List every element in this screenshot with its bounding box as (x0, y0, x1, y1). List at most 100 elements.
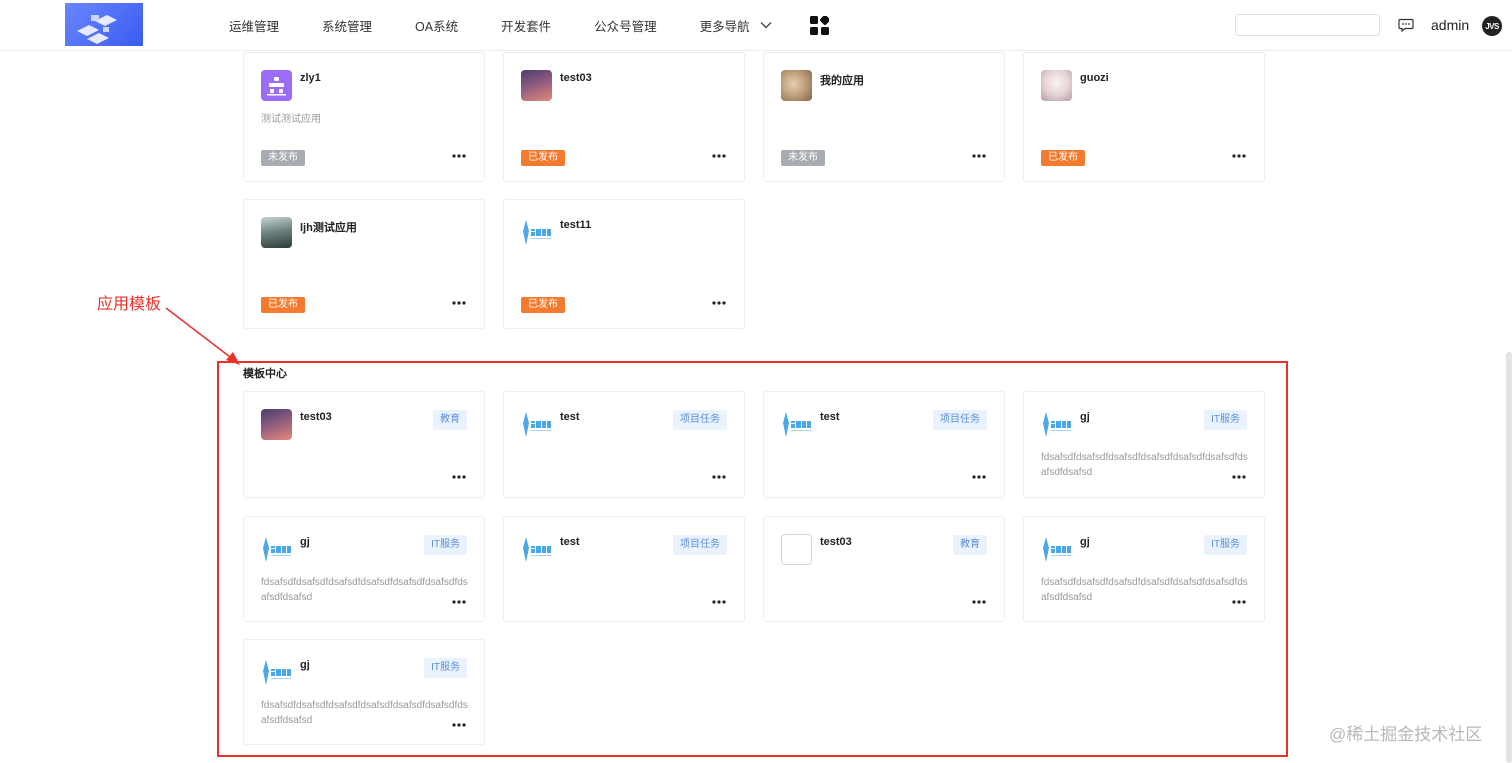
anime-image-icon (1041, 70, 1072, 101)
sunset-image-icon (521, 70, 552, 101)
more-icon[interactable] (972, 472, 986, 482)
template-name: gj (1080, 411, 1090, 423)
app-card[interactable]: test11 已发布 (503, 199, 745, 329)
nav-item-oa[interactable]: OA系统 (415, 16, 458, 35)
template-desc: fdsafsdfdsafsdfdsafsdfdsafsdfdsafsdfdsaf… (1041, 577, 1248, 603)
more-icon[interactable] (1232, 472, 1246, 482)
nav-item-more[interactable]: 更多导航 (700, 16, 772, 35)
template-card[interactable]: test 项目任务 (763, 391, 1005, 498)
more-icon[interactable] (712, 151, 726, 161)
nav-item-ops[interactable]: 运维管理 (229, 16, 279, 35)
more-icon[interactable] (452, 151, 466, 161)
template-name: test03 (820, 536, 852, 548)
top-header: 运维管理 系统管理 OA系统 开发套件 公众号管理 更多导航 admin JVS (0, 0, 1512, 51)
template-name: test (560, 411, 580, 423)
sunset-image-icon (261, 409, 292, 440)
app-icon (261, 70, 292, 101)
app-card[interactable]: zly1 测试测试应用 未发布 (243, 52, 485, 182)
platform-logo-icon (1041, 409, 1072, 440)
template-card[interactable]: gj IT服务 fdsafsdfdsafsdfdsafsdfdsafsdfdsa… (243, 516, 485, 622)
chevron-down-icon (760, 22, 772, 29)
app-card[interactable]: guozi 已发布 (1023, 52, 1265, 182)
app-name: test11 (560, 219, 592, 231)
blank-image-icon (781, 534, 812, 565)
template-center-title: 模板中心 (243, 368, 287, 380)
app-card[interactable]: ljh测试应用 已发布 (243, 199, 485, 329)
category-tag: 教育 (433, 410, 467, 430)
more-icon[interactable] (1232, 151, 1246, 161)
category-tag: IT服务 (424, 535, 467, 555)
template-name: test (560, 536, 580, 548)
app-name: zly1 (300, 72, 321, 84)
more-icon[interactable] (712, 597, 726, 607)
template-card[interactable]: gj IT服务 fdsafsdfdsafsdfdsafsdfdsafsdfdsa… (1023, 391, 1265, 498)
template-name: gj (300, 536, 310, 548)
platform-logo-icon (521, 217, 552, 248)
template-desc: fdsafsdfdsafsdfdsafsdfdsafsdfdsafsdfdsaf… (261, 577, 468, 603)
template-card[interactable]: test 项目任务 (503, 516, 745, 622)
nav-item-devkit[interactable]: 开发套件 (501, 16, 551, 35)
more-icon[interactable] (1232, 597, 1246, 607)
category-tag: 教育 (953, 535, 987, 555)
scrollbar-thumb[interactable] (1506, 352, 1512, 763)
search-input[interactable] (1235, 14, 1380, 36)
app-name: 我的应用 (820, 75, 864, 87)
platform-logo-icon (781, 409, 812, 440)
template-card[interactable]: test 项目任务 (503, 391, 745, 498)
logo[interactable] (65, 3, 143, 46)
more-icon[interactable] (452, 597, 466, 607)
fur-image-icon (781, 70, 812, 101)
template-name: test03 (300, 411, 332, 423)
more-icon[interactable] (712, 298, 726, 308)
category-tag: 项目任务 (673, 535, 727, 555)
photo-image-icon (261, 217, 292, 248)
category-tag: IT服务 (424, 658, 467, 678)
status-badge: 已发布 (261, 297, 305, 313)
more-icon[interactable] (972, 151, 986, 161)
template-desc: fdsafsdfdsafsdfdsafsdfdsafsdfdsafsdfdsaf… (1041, 452, 1248, 478)
platform-logo-icon (1041, 534, 1072, 565)
more-icon[interactable] (972, 597, 986, 607)
template-card[interactable]: gj IT服务 fdsafsdfdsafsdfdsafsdfdsafsdfdsa… (243, 639, 485, 745)
template-name: gj (300, 659, 310, 671)
status-badge: 未发布 (261, 150, 305, 166)
status-badge: 已发布 (521, 150, 565, 166)
category-tag: 项目任务 (673, 410, 727, 430)
category-tag: IT服务 (1204, 410, 1247, 430)
nav-more-label: 更多导航 (699, 19, 750, 34)
status-badge: 已发布 (521, 297, 565, 313)
template-desc: fdsafsdfdsafsdfdsafsdfdsafsdfdsafsdfdsaf… (261, 700, 468, 726)
app-card[interactable]: 我的应用 未发布 (763, 52, 1005, 182)
category-tag: IT服务 (1204, 535, 1247, 555)
platform-logo-icon (521, 534, 552, 565)
app-name: test03 (560, 72, 592, 84)
more-icon[interactable] (452, 720, 466, 730)
platform-logo-icon (261, 534, 292, 565)
username[interactable]: admin (1431, 17, 1469, 33)
status-badge: 未发布 (781, 150, 825, 166)
template-card[interactable]: test03 教育 (763, 516, 1005, 622)
template-name: gj (1080, 536, 1090, 548)
app-name: guozi (1080, 72, 1109, 84)
category-tag: 项目任务 (933, 410, 987, 430)
platform-logo-icon (261, 657, 292, 688)
annotation-label: 应用模板 (97, 296, 162, 313)
more-icon[interactable] (452, 472, 466, 482)
main-nav: 运维管理 系统管理 OA系统 开发套件 公众号管理 更多导航 (229, 0, 824, 50)
status-badge: 已发布 (1041, 150, 1085, 166)
app-desc: 测试测试应用 (261, 114, 321, 125)
template-card[interactable]: gj IT服务 fdsafsdfdsafsdfdsafsdfdsafsdfdsa… (1023, 516, 1265, 622)
template-name: test (820, 411, 840, 423)
watermark: @稀土掘金技术社区 (1329, 725, 1483, 744)
template-card[interactable]: test03 教育 (243, 391, 485, 498)
more-icon[interactable] (712, 472, 726, 482)
platform-logo-icon (521, 409, 552, 440)
nav-item-system[interactable]: 系统管理 (322, 16, 372, 35)
annotation-arrow-icon (165, 307, 240, 365)
more-icon[interactable] (452, 298, 466, 308)
avatar[interactable]: JVS (1482, 16, 1502, 36)
app-card[interactable]: test03 已发布 (503, 52, 745, 182)
apps-grid-icon[interactable] (810, 16, 829, 35)
message-icon[interactable] (1398, 18, 1414, 32)
nav-item-official-account[interactable]: 公众号管理 (594, 16, 657, 35)
